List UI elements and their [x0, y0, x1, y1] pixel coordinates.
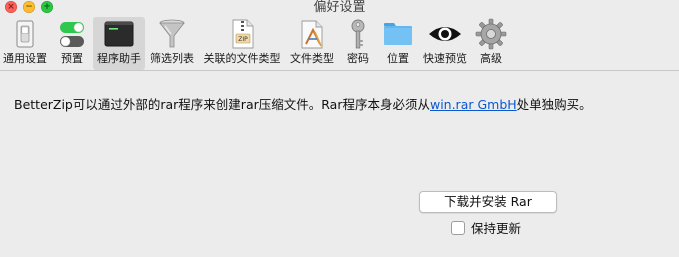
- tab-quick-look[interactable]: 快速预览: [419, 17, 471, 70]
- helper-apps-panel: BetterZip可以通过外部的rar程序来创建rar压缩文件。Rar程序本身必…: [0, 71, 679, 257]
- tab-locations-label: 位置: [387, 52, 409, 65]
- tab-filter-list-label: 筛选列表: [150, 52, 194, 65]
- funnel-icon: [154, 17, 190, 51]
- tab-helper-apps-label: 程序助手: [97, 52, 141, 65]
- switch-icon: [7, 17, 43, 51]
- folder-icon: [380, 17, 416, 51]
- tab-presets[interactable]: 预置: [52, 17, 92, 70]
- preferences-toolbar: 通用设置 预置 程序助手 筛选列表 ZIP 关联的文件类型 文件类型 密码 位置…: [0, 17, 679, 71]
- tab-general[interactable]: 通用设置: [0, 17, 50, 70]
- tab-general-label: 通用设置: [3, 52, 47, 65]
- rar-info-text: BetterZip可以通过外部的rar程序来创建rar压缩文件。Rar程序本身必…: [14, 97, 430, 112]
- zip-document-icon: ZIP: [224, 17, 260, 51]
- document-app-icon: [294, 17, 330, 51]
- tab-file-types[interactable]: 文件类型: [287, 17, 337, 70]
- tab-advanced-label: 高级: [480, 52, 502, 65]
- winrar-link[interactable]: win.rar GmbH: [430, 97, 517, 112]
- rar-info-message: BetterZip可以通过外部的rar程序来创建rar压缩文件。Rar程序本身必…: [14, 94, 592, 113]
- tab-locations[interactable]: 位置: [380, 17, 416, 70]
- title-bar: × − + 偏好设置: [0, 0, 679, 16]
- key-icon: [340, 17, 376, 51]
- tab-associated-file-types-label: 关联的文件类型: [203, 52, 281, 65]
- toggles-icon: [54, 17, 90, 51]
- preferences-window: × − + 偏好设置 通用设置 预置 程序助手 筛选列表 ZIP 关联的文件类型…: [0, 0, 679, 257]
- zip-badge-text: ZIP: [238, 36, 248, 43]
- window-title: 偏好设置: [313, 0, 366, 15]
- tab-helper-apps[interactable]: 程序助手: [93, 17, 145, 70]
- keep-updated-row[interactable]: 保持更新: [451, 218, 521, 237]
- tab-quick-look-label: 快速预览: [423, 52, 467, 65]
- tab-associated-file-types[interactable]: ZIP 关联的文件类型: [200, 17, 284, 70]
- tab-filter-list[interactable]: 筛选列表: [147, 17, 197, 70]
- gear-icon: [473, 17, 509, 51]
- keep-updated-label[interactable]: 保持更新: [471, 218, 521, 237]
- tab-passwords[interactable]: 密码: [340, 17, 376, 70]
- tab-file-types-label: 文件类型: [290, 52, 334, 65]
- eye-icon: [427, 17, 463, 51]
- rar-info-text-end: 处单独购买。: [516, 97, 592, 112]
- keep-updated-checkbox[interactable]: [451, 220, 465, 235]
- terminal-icon: [101, 17, 137, 51]
- tab-passwords-label: 密码: [347, 52, 369, 65]
- tab-advanced[interactable]: 高级: [473, 17, 509, 70]
- download-install-rar-button[interactable]: 下载并安装 Rar: [419, 191, 557, 213]
- tab-presets-label: 预置: [61, 52, 83, 65]
